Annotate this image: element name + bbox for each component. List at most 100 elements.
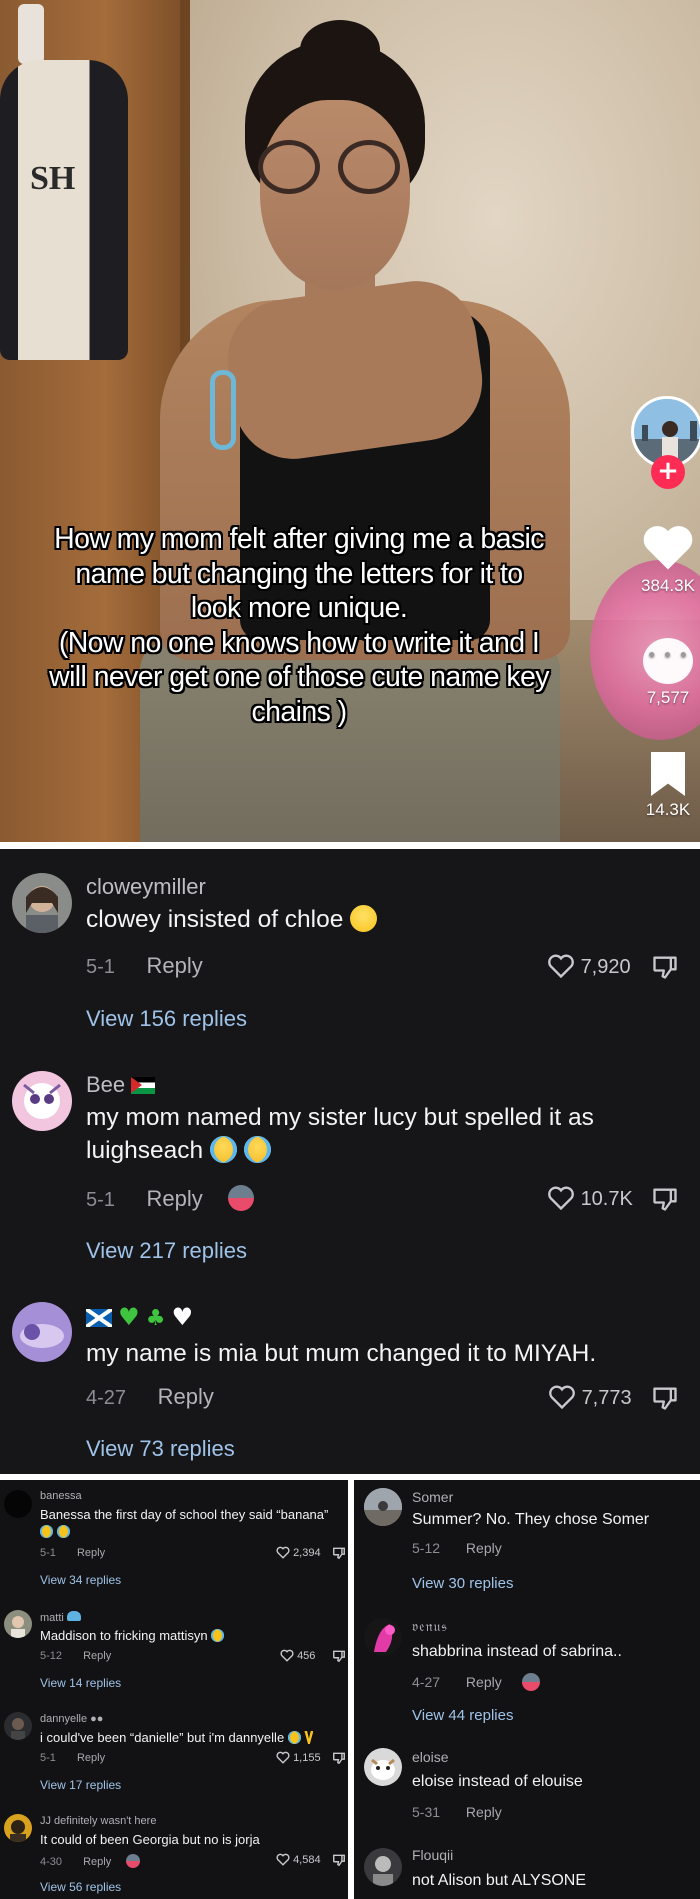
- reply-button[interactable]: Reply: [466, 1540, 502, 1556]
- comment-like-button[interactable]: 456: [280, 1649, 315, 1662]
- comment-text-body: Banessa the first day of school they sai…: [40, 1507, 329, 1522]
- grinning-emoji-icon: [350, 905, 378, 932]
- comment-username[interactable]: Flouqii: [412, 1847, 453, 1863]
- comment-text: not Alison but ALYSONE: [412, 1872, 587, 1889]
- avatar[interactable]: [4, 1490, 32, 1518]
- heart-outline-icon: [276, 1751, 290, 1764]
- reply-button[interactable]: Reply: [146, 953, 202, 978]
- shamrock-icon: ♣: [145, 1306, 166, 1331]
- comment-text: my name is mia but mum changed it to MIY…: [86, 1340, 597, 1367]
- comment-button[interactable]: 7,577: [630, 638, 700, 708]
- comment-username[interactable]: matti: [40, 1611, 81, 1624]
- view-replies-link[interactable]: View 44 replies: [412, 1707, 513, 1724]
- reply-button[interactable]: Reply: [83, 1856, 111, 1868]
- video-frame[interactable]: SH How my mom felt after giving me a bas…: [0, 0, 700, 842]
- heart-outline-icon: [280, 1649, 294, 1662]
- comment-like-button[interactable]: 7,773: [548, 1384, 632, 1410]
- comment-like-count: 4,584: [293, 1854, 321, 1866]
- dislike-button[interactable]: [332, 1853, 346, 1872]
- avatar[interactable]: [12, 1071, 72, 1131]
- dislike-button[interactable]: [332, 1751, 346, 1770]
- view-replies-link[interactable]: View 14 replies: [40, 1676, 121, 1690]
- reply-button[interactable]: Reply: [158, 1384, 214, 1409]
- scotland-flag-icon: [86, 1309, 112, 1327]
- comment-text: i could've been “danielle” but i'm danny…: [40, 1729, 314, 1746]
- view-replies-link[interactable]: View 56 replies: [40, 1880, 121, 1894]
- glasses-left-lens: [258, 140, 320, 194]
- thumbs-down-icon: [333, 1650, 345, 1663]
- avatar[interactable]: [4, 1814, 32, 1842]
- save-count: 14.3K: [645, 800, 691, 819]
- comment-meta: 5-1 Reply: [40, 1752, 105, 1764]
- comment-username[interactable]: Bee: [86, 1072, 156, 1098]
- reply-button[interactable]: Reply: [77, 1547, 105, 1559]
- comment-username[interactable]: dannyelle ●●: [40, 1713, 103, 1725]
- comment-text: my mom named my sister lucy but spelled …: [86, 1101, 656, 1167]
- dislike-button[interactable]: [651, 1384, 679, 1417]
- comment-text: clowey insisted of chloe: [86, 903, 656, 936]
- wave-icon: [66, 1611, 81, 1621]
- dislike-button[interactable]: [651, 953, 679, 986]
- avatar[interactable]: [364, 1848, 402, 1886]
- view-replies-link[interactable]: View 156 replies: [86, 1006, 247, 1032]
- glasses-right-lens: [338, 140, 400, 194]
- comment-like-count: 10.7K: [580, 1188, 633, 1210]
- like-button[interactable]: 384.3K: [630, 522, 700, 596]
- view-replies-link[interactable]: View 30 replies: [412, 1575, 513, 1592]
- avatar[interactable]: [364, 1488, 402, 1526]
- bookmark-button[interactable]: 14.3K: [630, 752, 700, 820]
- jacket-letters: SH: [30, 160, 76, 197]
- avatar-photo: [11, 1718, 25, 1740]
- dislike-button[interactable]: [332, 1649, 346, 1668]
- comment-username[interactable]: JJ definitely wasn't here: [40, 1815, 156, 1827]
- avatar[interactable]: [364, 1618, 402, 1656]
- comment-text: Summer? No. They chose Somer: [412, 1511, 650, 1528]
- view-replies-link[interactable]: View 217 replies: [86, 1238, 247, 1264]
- reply-button[interactable]: Reply: [77, 1752, 105, 1764]
- comment-username[interactable]: eloise: [412, 1749, 449, 1765]
- varsity-jacket: SH: [0, 60, 128, 360]
- avatar[interactable]: [12, 1302, 72, 1362]
- dislike-button[interactable]: [332, 1546, 346, 1565]
- view-replies-link[interactable]: View 73 replies: [86, 1436, 235, 1462]
- comment-like-button[interactable]: 2,394: [276, 1546, 321, 1559]
- comment-bubble-icon: [643, 638, 693, 684]
- follow-plus-icon[interactable]: +: [651, 455, 685, 489]
- video-caption: How my mom felt after giving me a basic …: [4, 522, 594, 729]
- comment-username[interactable]: 𝔳𝔢𝔫𝔲𝔰: [412, 1619, 448, 1635]
- comment-like-count: 1,155: [293, 1752, 321, 1764]
- comment-text-line: luighseach: [86, 1137, 204, 1164]
- comment-username[interactable]: ♥ ♣ ♥: [86, 1303, 193, 1331]
- comment-text-body: Maddison to fricking mattisyn: [40, 1628, 208, 1643]
- avatar[interactable]: [4, 1712, 32, 1740]
- dislike-button[interactable]: [651, 1185, 679, 1218]
- comment-date: 5-12: [412, 1540, 441, 1556]
- comment-username[interactable]: Somer: [412, 1489, 453, 1505]
- comment-text: Maddison to fricking mattisyn: [40, 1627, 225, 1644]
- reply-button[interactable]: Reply: [146, 1186, 202, 1211]
- avatar[interactable]: [364, 1748, 402, 1786]
- heart-outline-icon: [276, 1853, 290, 1866]
- comment-username[interactable]: cloweymiller: [86, 874, 206, 900]
- comment-like-button[interactable]: 1,155: [276, 1751, 321, 1764]
- victory-hand-icon: [304, 1731, 314, 1744]
- comment-like-button[interactable]: 4,584: [276, 1853, 321, 1866]
- avatar-photo: [371, 1758, 395, 1780]
- bookmark-icon: [651, 752, 685, 796]
- view-replies-link[interactable]: View 17 replies: [40, 1778, 121, 1792]
- comment-like-button[interactable]: 10.7K: [547, 1185, 633, 1211]
- avatar[interactable]: [4, 1610, 32, 1638]
- reply-button[interactable]: Reply: [83, 1650, 111, 1662]
- avatar[interactable]: [12, 873, 72, 933]
- reply-button[interactable]: Reply: [466, 1674, 502, 1690]
- reply-button[interactable]: Reply: [466, 1804, 502, 1820]
- avatar-photo: [11, 1616, 25, 1638]
- comment-username[interactable]: banessa: [40, 1490, 82, 1502]
- palestine-flag-icon: [131, 1077, 156, 1094]
- comment-meta: 5-31 Reply: [412, 1804, 502, 1820]
- hair-bun: [300, 20, 380, 80]
- comment-like-button[interactable]: 7,920: [547, 953, 631, 979]
- comment-text: It could of been Georgia but no is jorja: [40, 1832, 260, 1847]
- view-replies-link[interactable]: View 34 replies: [40, 1573, 121, 1587]
- comment-count: 7,577: [646, 688, 690, 707]
